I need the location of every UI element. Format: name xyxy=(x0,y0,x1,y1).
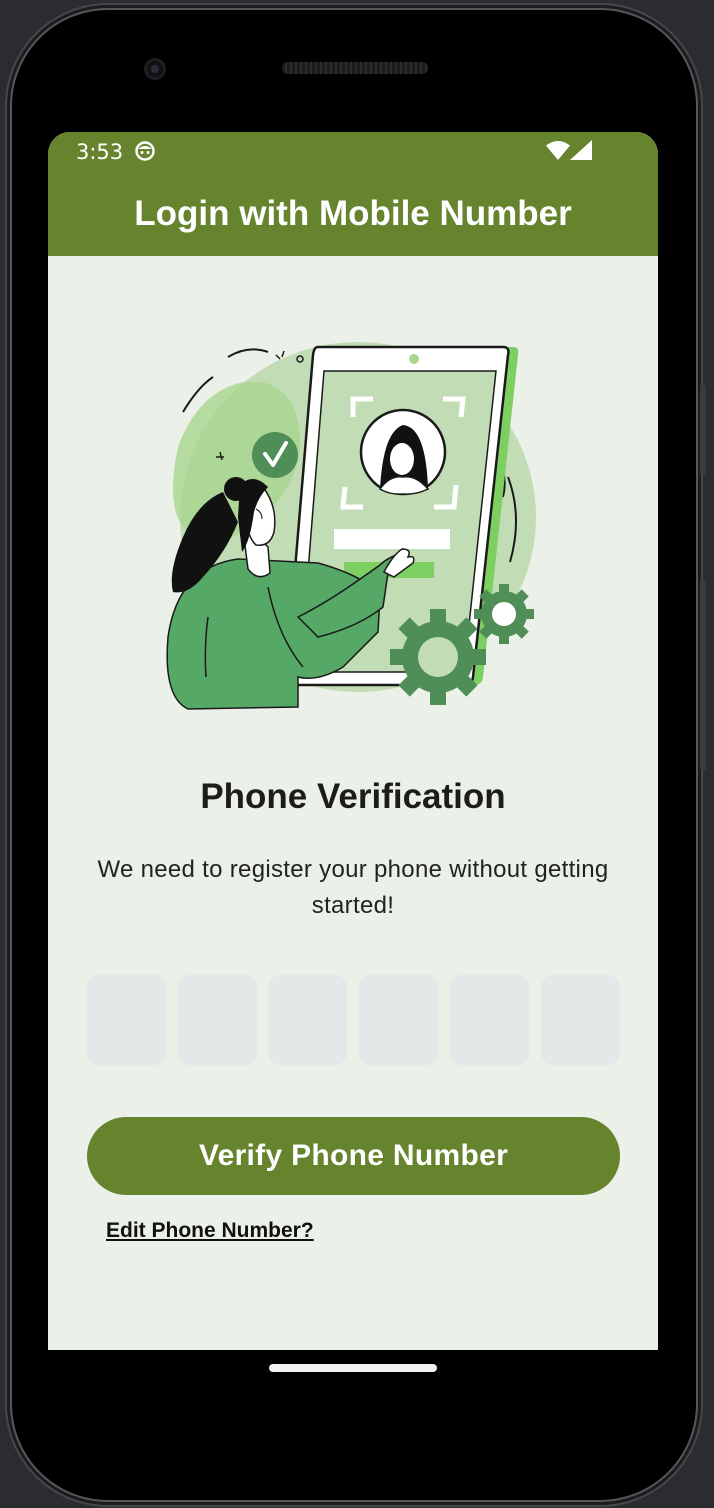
verify-phone-button[interactable]: Verify Phone Number xyxy=(87,1117,620,1195)
app-bar-title: Login with Mobile Number xyxy=(134,194,572,233)
status-time: 3:53 xyxy=(76,140,124,164)
side-button-volume xyxy=(700,385,706,475)
phone-verification-illustration xyxy=(158,337,538,712)
otp-digit-1[interactable] xyxy=(87,974,166,1066)
front-camera xyxy=(144,58,166,80)
side-button-power xyxy=(700,580,706,770)
otp-digit-3[interactable] xyxy=(268,974,347,1066)
app-screen: 3:53 Login with Mobile Number Phone Veri… xyxy=(48,132,658,1350)
earpiece-speaker xyxy=(282,62,428,74)
otp-digit-2[interactable] xyxy=(178,974,257,1066)
wifi-icon xyxy=(546,140,570,165)
page-subtitle: We need to register your phone without g… xyxy=(97,856,609,919)
face-icon xyxy=(134,140,156,167)
status-bar: 3:53 xyxy=(48,132,658,172)
home-indicator[interactable] xyxy=(269,1364,437,1372)
otp-input-group xyxy=(87,974,621,1066)
edit-phone-link[interactable]: Edit Phone Number? xyxy=(106,1219,314,1243)
cell-signal-icon xyxy=(570,140,592,165)
otp-digit-4[interactable] xyxy=(359,974,438,1066)
otp-digit-6[interactable] xyxy=(541,974,620,1066)
otp-digit-5[interactable] xyxy=(450,974,529,1066)
app-bar: Login with Mobile Number xyxy=(48,172,658,256)
page-title: Phone Verification xyxy=(200,777,506,816)
